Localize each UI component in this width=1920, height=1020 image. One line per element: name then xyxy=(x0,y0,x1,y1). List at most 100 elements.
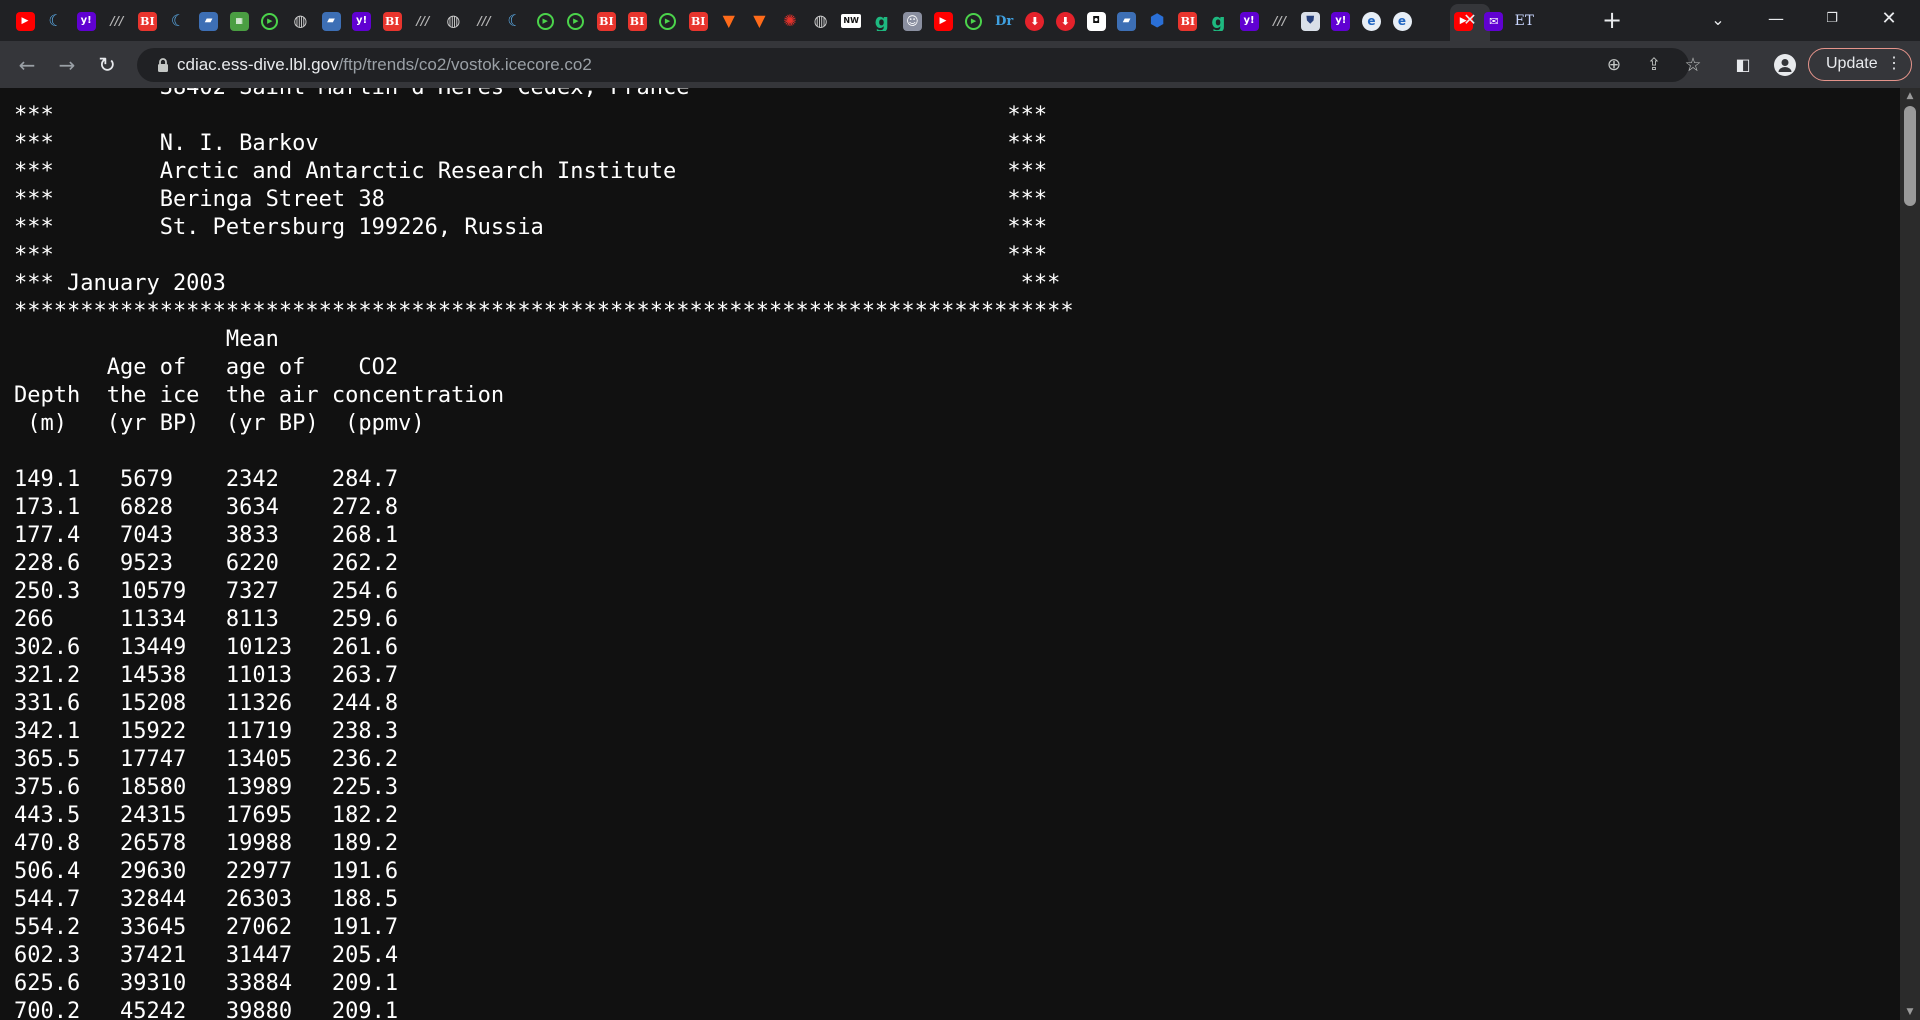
scroll-up-arrow-icon[interactable]: ▲ xyxy=(1900,88,1920,104)
url-host: cdiac.ess-dive.lbl.gov xyxy=(177,55,339,74)
minimize-window-button[interactable]: — xyxy=(1753,0,1799,38)
browser-tab[interactable]: ☾ xyxy=(166,9,190,33)
browser-tab[interactable]: ▰ xyxy=(319,9,343,33)
g9-icon: g xyxy=(1211,11,1226,31)
codeforces-icon: ☾ xyxy=(507,11,522,30)
text-line: 554.2 33645 27062 191.7 xyxy=(14,915,399,940)
text-line: 470.8 26578 19988 189.2 xyxy=(14,831,399,856)
text-line: *** January 2003 *** xyxy=(14,271,1061,296)
lock-icon[interactable] xyxy=(155,57,171,73)
business-insider-icon: BI xyxy=(688,11,708,31)
page-viewport: *** 38402 Saint Martin d'Heres Cedex, Fr… xyxy=(0,88,1900,1020)
browser-tab[interactable]: ☾ xyxy=(503,9,527,33)
browser-tab[interactable]: y! xyxy=(74,9,98,33)
browser-tab[interactable]: ✉ xyxy=(1482,9,1506,33)
browser-tab[interactable]: BI xyxy=(380,9,404,33)
restore-window-button[interactable]: ❐ xyxy=(1809,0,1855,38)
browser-tab[interactable]: BI xyxy=(594,9,618,33)
browser-tab[interactable]: BI xyxy=(625,9,649,33)
side-panel-icon[interactable]: ◧ xyxy=(1733,55,1753,75)
internet-explorer-icon: e xyxy=(1392,11,1412,31)
reload-button[interactable]: ↻ xyxy=(94,52,120,78)
browser-tab[interactable]: /// xyxy=(411,9,435,33)
address-bar[interactable]: cdiac.ess-dive.lbl.gov/ftp/trends/co2/vo… xyxy=(137,48,1702,82)
business-insider-icon: BI xyxy=(596,11,616,31)
browser-tab[interactable]: ⬇ xyxy=(1023,9,1047,33)
browser-tab[interactable]: NW xyxy=(839,9,863,33)
profile-icon[interactable] xyxy=(1774,54,1796,76)
text-line: 177.4 7043 3833 268.1 xyxy=(14,523,399,548)
bookmark-star-icon[interactable]: ☆ xyxy=(1683,55,1703,75)
browser-tab[interactable]: ☾ xyxy=(44,9,68,33)
pin-icon: ⬇ xyxy=(1025,11,1045,31)
play-icon: ▶ xyxy=(261,12,279,30)
browser-tab[interactable]: e xyxy=(1359,9,1383,33)
browser-tab[interactable]: ⬇ xyxy=(1053,9,1077,33)
text-line: 700.2 45242 39880 209.1 xyxy=(14,999,399,1020)
close-tab-icon[interactable]: ✕ xyxy=(1460,10,1480,30)
browser-tab[interactable]: ▶ xyxy=(656,9,680,33)
browser-tab[interactable]: ▰ xyxy=(197,9,221,33)
browser-tab[interactable]: /// xyxy=(1268,9,1292,33)
tab-search-icon[interactable]: ⌄ xyxy=(1706,8,1730,32)
browser-tab[interactable]: ▶ xyxy=(931,9,955,33)
browser-tab[interactable]: g xyxy=(1206,9,1230,33)
url-path: /ftp/trends/co2/vostok.icecore.co2 xyxy=(338,55,592,74)
scroll-down-arrow-icon[interactable]: ▼ xyxy=(1900,1004,1920,1020)
browser-tab[interactable]: ◍ xyxy=(809,9,833,33)
scrollbar-thumb[interactable] xyxy=(1904,106,1916,206)
browser-tab[interactable]: ☺ xyxy=(900,9,924,33)
browser-tab[interactable]: ◍ xyxy=(288,9,312,33)
browser-tab[interactable]: ⛊ xyxy=(1298,9,1322,33)
browser-tab[interactable]: ▰ xyxy=(1115,9,1139,33)
browser-tab[interactable]: BI xyxy=(686,9,710,33)
text-line: *** St. Petersburg 199226, Russia *** xyxy=(14,215,1048,240)
browser-tab[interactable]: /// xyxy=(472,9,496,33)
browser-tab[interactable]: ▶ xyxy=(258,9,282,33)
url-text[interactable]: cdiac.ess-dive.lbl.gov/ftp/trends/co2/vo… xyxy=(177,48,592,82)
browser-tab[interactable]: ET xyxy=(1512,9,1536,33)
sunburst-icon: ✺ xyxy=(783,11,797,30)
browser-tab[interactable]: /// xyxy=(105,9,129,33)
back-button[interactable]: ← xyxy=(14,52,40,78)
browser-tab[interactable]: Dr xyxy=(992,9,1016,33)
bookmark-icon: ▰ xyxy=(199,11,219,31)
browser-tab[interactable]: ▶ xyxy=(533,9,557,33)
browser-tab[interactable]: ▼ xyxy=(747,9,771,33)
browser-tab[interactable]: y! xyxy=(1329,9,1353,33)
update-button[interactable]: Update ⋮ xyxy=(1808,48,1912,81)
browser-tab[interactable]: ◍ xyxy=(441,9,465,33)
browser-tab[interactable]: ◘ xyxy=(1084,9,1108,33)
menu-dots-icon: ⋮ xyxy=(1886,55,1902,72)
browser-tab[interactable]: g xyxy=(870,9,894,33)
text-line: 342.1 15922 11719 238.3 xyxy=(14,719,399,744)
browser-tab[interactable]: e xyxy=(1390,9,1414,33)
zoom-icon[interactable]: ⊕ xyxy=(1604,55,1624,75)
browser-tab[interactable]: BI xyxy=(1176,9,1200,33)
text-line: 250.3 10579 7327 254.6 xyxy=(14,579,399,604)
text-line: 321.2 14538 11013 263.7 xyxy=(14,663,399,688)
codeforces-icon: ☾ xyxy=(170,11,186,30)
bookmark-orange-icon: ▼ xyxy=(753,11,766,30)
database-icon: ◘ xyxy=(1086,11,1106,31)
forward-button[interactable]: → xyxy=(54,52,80,78)
codeforces-icon: ☾ xyxy=(48,11,63,30)
browser-tab[interactable]: y! xyxy=(350,9,374,33)
browser-tab[interactable]: ▶ xyxy=(13,9,37,33)
browser-tab[interactable]: ▼ xyxy=(717,9,741,33)
close-window-button[interactable]: ✕ xyxy=(1866,0,1912,38)
browser-tab[interactable]: y! xyxy=(1237,9,1261,33)
browser-tab[interactable]: ▶ xyxy=(962,9,986,33)
grid-icon: ▦ xyxy=(229,11,249,31)
new-tab-button[interactable]: + xyxy=(1600,8,1624,32)
vertical-scrollbar[interactable]: ▲ ▼ xyxy=(1900,88,1920,1020)
shield-icon: ⛊ xyxy=(1300,11,1320,31)
browser-tab[interactable]: ▶ xyxy=(564,9,588,33)
browser-tab[interactable]: ▦ xyxy=(227,9,251,33)
lichess-icon: /// xyxy=(1273,14,1287,28)
share-icon[interactable]: ⇪ xyxy=(1644,55,1664,75)
browser-tab[interactable]: BI xyxy=(135,9,159,33)
text-line: 602.3 37421 31447 205.4 xyxy=(14,943,399,968)
browser-tab[interactable]: ✺ xyxy=(778,9,802,33)
browser-tab[interactable]: ⬢ xyxy=(1145,9,1169,33)
